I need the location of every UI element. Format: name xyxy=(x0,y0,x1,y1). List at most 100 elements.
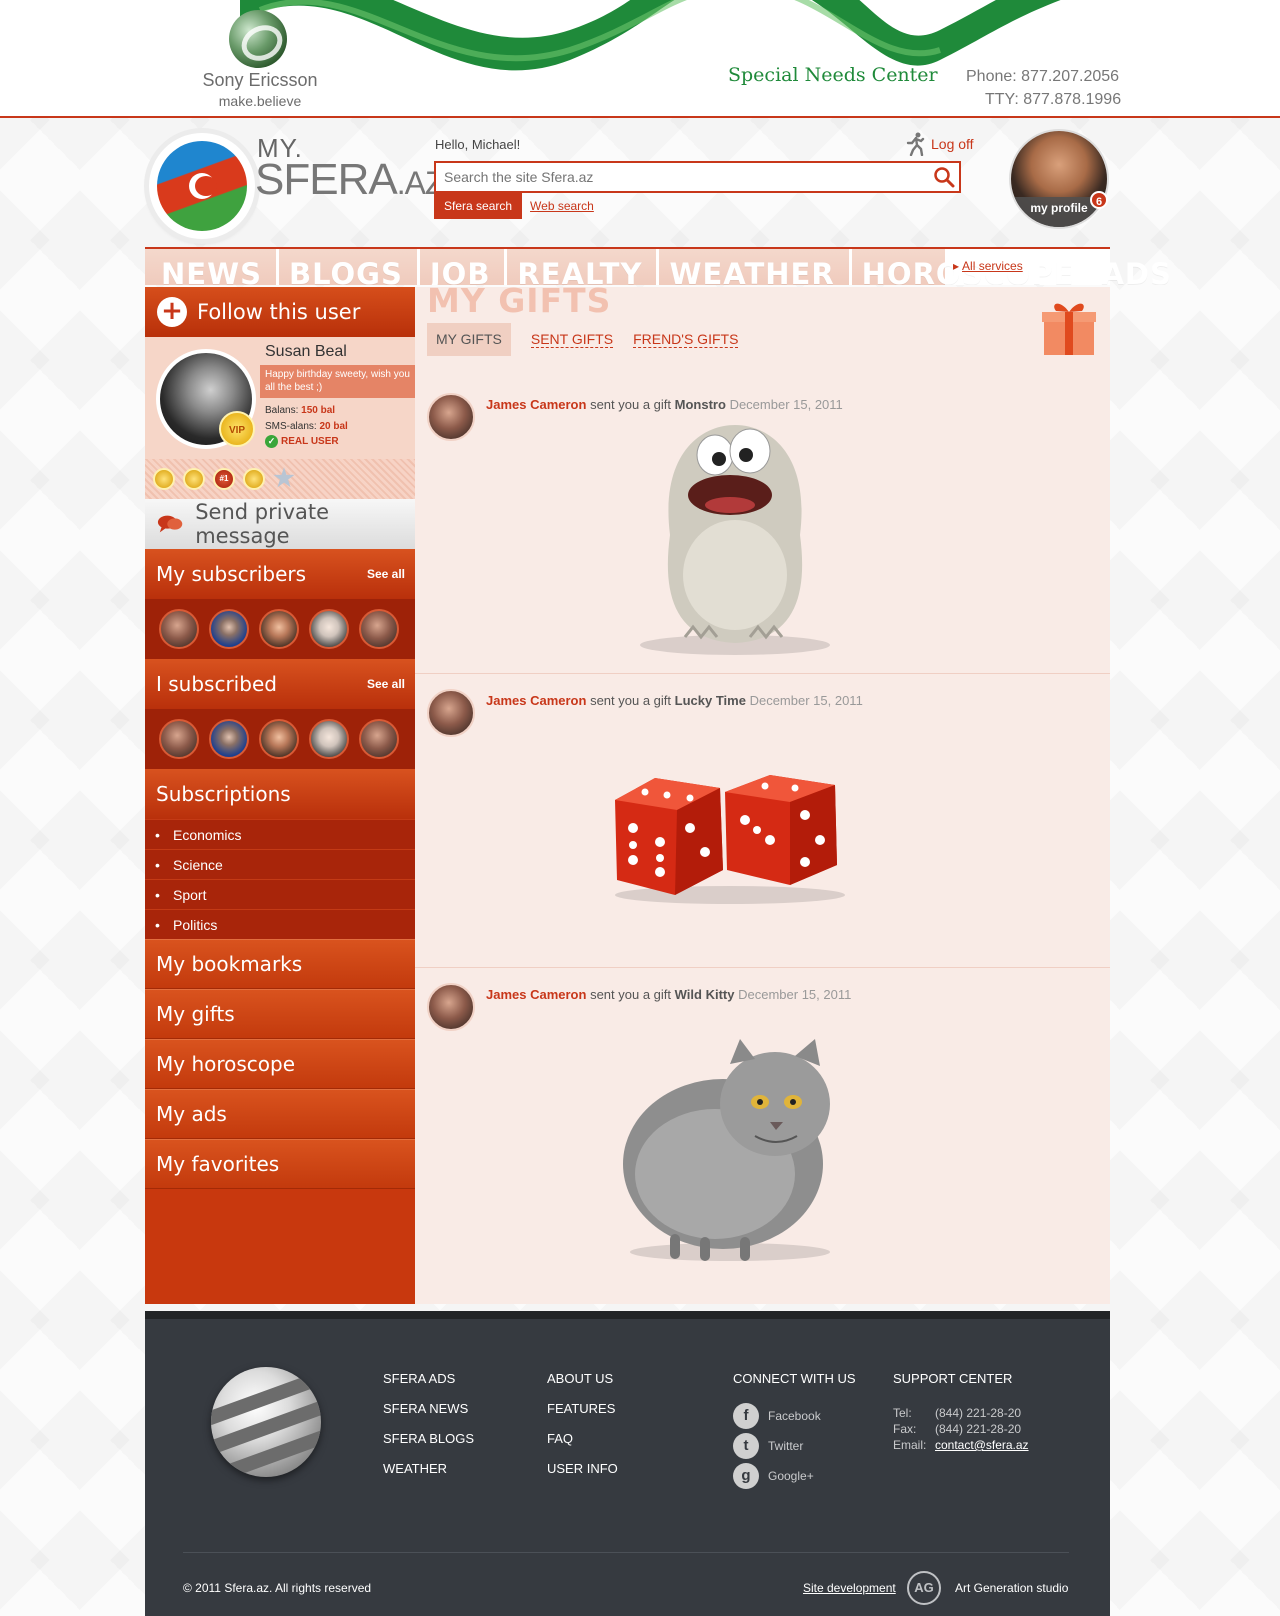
subscriptions-header: Subscriptions xyxy=(145,769,415,819)
sender-name-link[interactable]: James Cameron xyxy=(486,693,586,708)
subscriber-avatar[interactable] xyxy=(259,609,299,649)
subscribed-see-all-link[interactable]: See all xyxy=(367,677,405,691)
user-status: Happy birthday sweety, wish you all the … xyxy=(260,365,415,398)
user-name: Susan Beal xyxy=(265,343,347,360)
sidebar-link-favorites[interactable]: My favorites xyxy=(145,1139,415,1189)
footer-divider xyxy=(183,1552,1069,1553)
copyright: © 2011 Sfera.az. All rights reserved xyxy=(183,1581,372,1595)
search-tab-web[interactable]: Web search xyxy=(530,199,594,213)
sponsor-banner[interactable]: Sony Ericsson make.believe Special Needs… xyxy=(0,0,1280,118)
support-title: SUPPORT CENTER xyxy=(893,1371,1013,1386)
search-icon[interactable] xyxy=(933,166,955,188)
subscriber-avatar[interactable] xyxy=(359,609,399,649)
sender-avatar[interactable] xyxy=(427,983,475,1031)
tab-my-gifts[interactable]: MY GIFTS xyxy=(427,323,511,356)
plus-icon: + xyxy=(157,297,187,327)
sfera-logo-icon[interactable] xyxy=(149,133,255,239)
footer-link-sfera-news[interactable]: SFERA NEWS xyxy=(383,1401,474,1431)
subscription-item-sport[interactable]: Sport xyxy=(145,879,415,910)
social-google-plus[interactable]: g Google+ xyxy=(733,1461,856,1491)
nav-item-weather[interactable]: WEATHER xyxy=(669,249,852,285)
all-services-link[interactable]: All services xyxy=(953,259,1023,273)
footer-link-sfera-blogs[interactable]: SFERA BLOGS xyxy=(383,1431,474,1461)
subscriptions-list: Economics Science Sport Politics xyxy=(145,819,415,940)
user-card: VIP Susan Beal Happy birthday sweety, wi… xyxy=(145,337,415,459)
subscriber-avatar[interactable] xyxy=(309,609,349,649)
footer-link-faq[interactable]: FAQ xyxy=(547,1431,618,1461)
i-subscribed-header: I subscribed See all xyxy=(145,659,415,709)
site-footer: SFERA ADS SFERA NEWS SFERA BLOGS WEATHER… xyxy=(145,1311,1110,1616)
sponsor-slogan: make.believe xyxy=(218,93,302,109)
my-subscribers-title: My subscribers xyxy=(156,562,307,586)
gift-tabs: MY GIFTS SENT GIFTS FREND'S GIFTS xyxy=(427,323,739,356)
footer-link-weather[interactable]: WEATHER xyxy=(383,1461,474,1491)
special-needs-center-label: Special Needs Center xyxy=(728,64,938,86)
subscription-item-economics[interactable]: Economics xyxy=(145,819,415,850)
rank-one-medal-icon: #1 xyxy=(213,468,235,490)
art-generation-logo-icon[interactable]: AG xyxy=(907,1571,941,1605)
subscribed-avatar[interactable] xyxy=(159,719,199,759)
award-ribbon-icon xyxy=(243,468,265,490)
greeting: Hello, Michael! xyxy=(435,137,521,152)
site-development-link[interactable]: Site development xyxy=(803,1581,896,1595)
footer-link-about-us[interactable]: ABOUT US xyxy=(547,1371,618,1401)
footer-support: SUPPORT CENTER Tel: (844) 221-28-20 Fax:(… xyxy=(893,1371,1029,1453)
logoff-link[interactable]: Log off xyxy=(905,131,974,157)
subscriber-avatar[interactable] xyxy=(159,609,199,649)
follow-user-button[interactable]: + Follow this user xyxy=(145,287,415,337)
subscription-item-politics[interactable]: Politics xyxy=(145,909,415,940)
monster-gift-image xyxy=(640,425,830,655)
search-input[interactable] xyxy=(436,163,916,191)
running-man-icon xyxy=(906,132,925,156)
chat-bubble-icon xyxy=(157,515,183,533)
nav-item-news[interactable]: NEWS xyxy=(161,249,279,285)
nav-item-realty[interactable]: REALTY xyxy=(517,249,660,285)
footer-link-sfera-ads[interactable]: SFERA ADS xyxy=(383,1371,474,1401)
send-private-message-button[interactable]: Send private message xyxy=(145,499,415,549)
sidebar-link-gifts[interactable]: My gifts xyxy=(145,989,415,1039)
sfera-footer-logo-icon[interactable] xyxy=(211,1367,321,1477)
subscribers-see-all-link[interactable]: See all xyxy=(367,567,405,581)
sender-avatar[interactable] xyxy=(427,393,475,441)
banner-tty: TTY: 877.878.1996 xyxy=(985,91,1122,108)
my-subscribers-header: My subscribers See all xyxy=(145,549,415,599)
my-profile-avatar[interactable]: my profile xyxy=(1009,129,1109,229)
gift-description: James Cameron sent you a gift Monstro De… xyxy=(486,397,843,412)
nav-item-ads[interactable]: ADS xyxy=(1101,249,1185,285)
social-facebook[interactable]: f Facebook xyxy=(733,1401,856,1431)
gift-item: James Cameron sent you a gift Monstro De… xyxy=(415,379,1110,674)
subscription-item-science[interactable]: Science xyxy=(145,849,415,880)
main-nav: NEWS BLOGS JOB REALTY WEATHER HOROSCOPE … xyxy=(145,247,1171,285)
gift-item: James Cameron sent you a gift Lucky Time… xyxy=(415,675,1110,968)
social-twitter[interactable]: t Twitter xyxy=(733,1431,856,1461)
sidebar-link-horoscope[interactable]: My horoscope xyxy=(145,1039,415,1089)
private-message-label: Send private message xyxy=(195,500,330,548)
search-tab-sfera[interactable]: Sfera search xyxy=(434,193,523,219)
sender-name-link[interactable]: James Cameron xyxy=(486,397,586,412)
footer-link-user-info[interactable]: USER INFO xyxy=(547,1461,618,1491)
gift-description: James Cameron sent you a gift Wild Kitty… xyxy=(486,987,852,1002)
sender-name-link[interactable]: James Cameron xyxy=(486,987,586,1002)
tab-friends-gifts[interactable]: FREND'S GIFTS xyxy=(633,331,739,348)
subscribed-avatar[interactable] xyxy=(259,719,299,759)
nav-item-job[interactable]: JOB xyxy=(430,249,508,285)
subscribed-avatar[interactable] xyxy=(309,719,349,759)
sidebar-link-ads[interactable]: My ads xyxy=(145,1089,415,1139)
studio-name: Art Generation studio xyxy=(955,1581,1069,1595)
sidebar-link-bookmarks[interactable]: My bookmarks xyxy=(145,939,415,989)
support-email: Email: contact@sfera.az xyxy=(893,1437,1029,1453)
user-balance: Balans: 150 bal xyxy=(265,405,336,416)
support-email-link[interactable]: contact@sfera.az xyxy=(935,1437,1029,1453)
subscribed-avatar[interactable] xyxy=(359,719,399,759)
sponsor-brand: Sony Ericsson xyxy=(202,70,318,90)
tab-sent-gifts[interactable]: SENT GIFTS xyxy=(530,331,614,348)
sender-avatar[interactable] xyxy=(427,689,475,737)
gift-date: December 15, 2011 xyxy=(729,397,843,412)
footer-link-features[interactable]: FEATURES xyxy=(547,1401,618,1431)
nav-item-blogs[interactable]: BLOGS xyxy=(289,249,420,285)
subscribed-avatar[interactable] xyxy=(209,719,249,759)
google-plus-icon: g xyxy=(733,1463,759,1489)
subscriber-avatar[interactable] xyxy=(209,609,249,649)
notification-badge: 6 xyxy=(1090,191,1108,209)
gift-date: December 15, 2011 xyxy=(749,693,863,708)
